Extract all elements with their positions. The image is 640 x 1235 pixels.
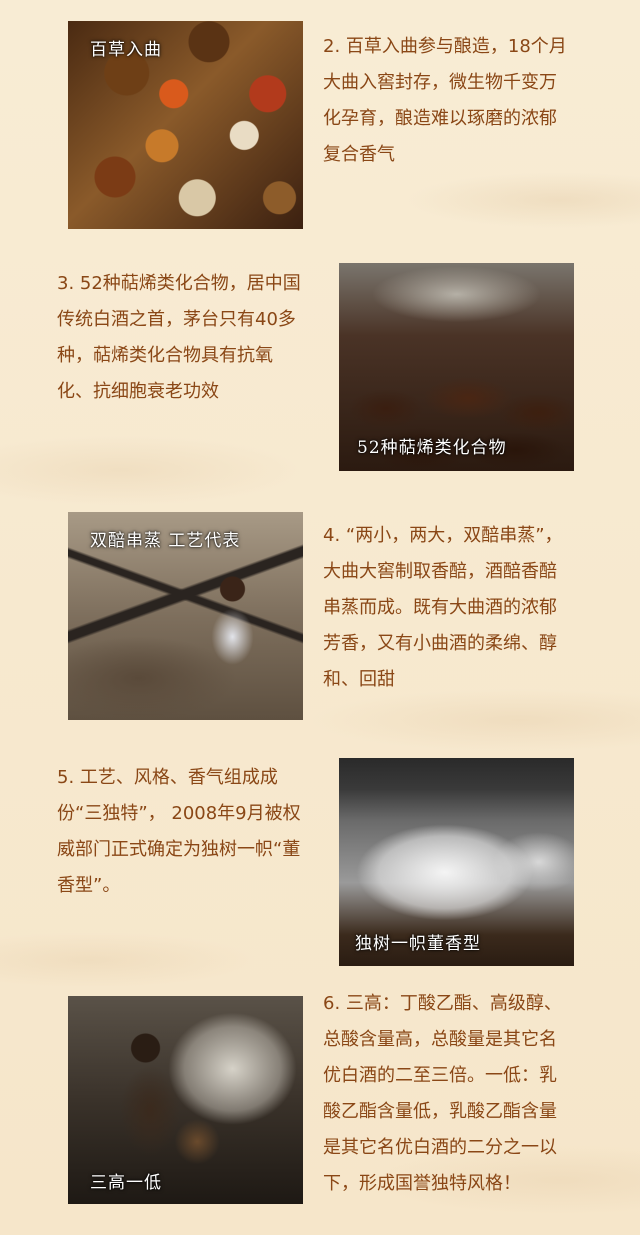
- section-text: 4. “两小，两大，双醅串蒸”，大曲大窖制取香醅，酒醅香醅串蒸而成。既有大曲酒的…: [323, 525, 563, 690]
- worker-photo: 双醅串蒸 工艺代表: [68, 512, 303, 720]
- section-text: 6. 三高：丁酸乙酯、高级醇、总酸含量高，总酸量是其它名优白酒的二至三倍。一低：…: [323, 993, 562, 1194]
- photo-caption: 独树一帜董香型: [355, 934, 481, 954]
- photo-caption: 三高一低: [90, 1173, 162, 1193]
- steam-photo: 独树一帜董香型: [339, 758, 574, 966]
- section-text: 5. 工艺、风格、香气组成成份“三独特”， 2008年9月被权威部门正式确定为独…: [57, 767, 301, 896]
- jars-photo: 52种萜烯类化合物: [339, 263, 574, 471]
- section-text: 3. 52种萜烯类化合物，居中国传统白酒之首，茅台只有40多种，萜烯类化合物具有…: [57, 273, 301, 402]
- herbs-photo: 百草入曲: [68, 21, 303, 229]
- photo-caption: 双醅串蒸 工艺代表: [90, 531, 241, 551]
- section-text: 2. 百草入曲参与酿造，18个月大曲入窖封存，微生物千变万化孕育，酿造难以琢磨的…: [323, 36, 567, 165]
- photo-caption: 52种萜烯类化合物: [357, 438, 507, 458]
- distilling-photo: 三高一低: [68, 996, 303, 1204]
- photo-caption: 百草入曲: [90, 40, 162, 60]
